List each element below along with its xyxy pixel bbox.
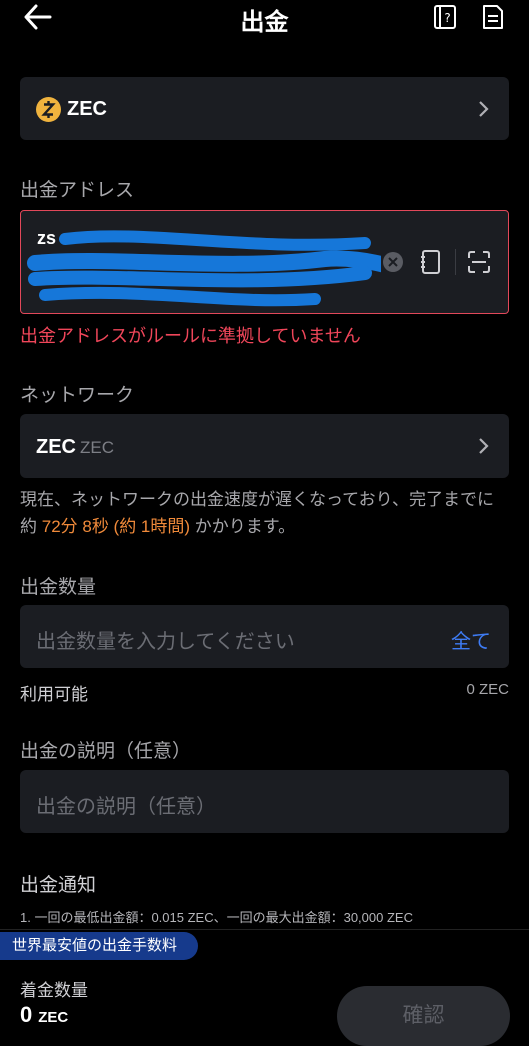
network-label: ネットワーク bbox=[20, 385, 135, 406]
confirm-button[interactable]: 確認 bbox=[337, 986, 510, 1046]
footer-divider bbox=[0, 929, 529, 930]
address-label: 出金アドレス bbox=[20, 180, 135, 201]
amount-placeholder: 出金数量を入力してください bbox=[36, 631, 295, 653]
network-name: ZEC bbox=[36, 436, 76, 458]
available-value: 0 ZEC bbox=[466, 681, 509, 698]
estimated-time: 72分 8秒 (約 1時間) bbox=[41, 517, 191, 536]
network-sub: ZEC bbox=[80, 438, 114, 457]
withdraw-notice-title: 出金通知 bbox=[20, 875, 97, 896]
amount-input[interactable]: 出金数量を入力してください 全て bbox=[20, 605, 509, 668]
redaction-scribble bbox=[27, 230, 381, 307]
network-selector[interactable]: ZEC ZEC bbox=[20, 414, 509, 478]
zec-coin-icon bbox=[36, 97, 61, 122]
description-placeholder: 出金の説明（任意） bbox=[36, 796, 216, 818]
receive-label: 着金数量 bbox=[20, 981, 88, 1000]
coin-selector[interactable]: ZEC bbox=[20, 77, 509, 140]
description-label: 出金の説明（任意） bbox=[20, 741, 192, 762]
address-book-icon[interactable] bbox=[420, 249, 442, 275]
chevron-right-icon bbox=[479, 438, 489, 454]
address-error: 出金アドレスがルールに準拠していません bbox=[20, 326, 361, 346]
amount-label: 出金数量 bbox=[20, 577, 97, 598]
header: 出金 ? bbox=[0, 0, 529, 40]
chevron-right-icon bbox=[479, 101, 489, 117]
history-document-icon[interactable] bbox=[480, 4, 506, 30]
scan-icon[interactable] bbox=[467, 250, 491, 274]
divider bbox=[455, 249, 456, 275]
notice-item: 1. 一回の最低出金額：0.015 ZEC、一回の最大出金額：30,000 ZE… bbox=[20, 910, 413, 925]
guide-book-icon[interactable]: ? bbox=[432, 4, 458, 30]
svg-text:?: ? bbox=[444, 11, 450, 25]
description-input[interactable]: 出金の説明（任意） bbox=[20, 770, 509, 833]
receive-value: 0 ZEC bbox=[20, 1002, 69, 1027]
address-input[interactable]: zs bbox=[20, 210, 509, 314]
fee-badge: 世界最安値の出金手数料 bbox=[0, 932, 198, 960]
network-speed-note: 現在、ネットワークの出金速度が遅くなっており、完了までに約 72分 8秒 (約 … bbox=[20, 490, 494, 536]
all-button[interactable]: 全て bbox=[451, 625, 491, 654]
available-label: 利用可能 bbox=[20, 685, 88, 704]
coin-symbol: ZEC bbox=[67, 98, 107, 120]
clear-icon[interactable] bbox=[382, 251, 404, 273]
